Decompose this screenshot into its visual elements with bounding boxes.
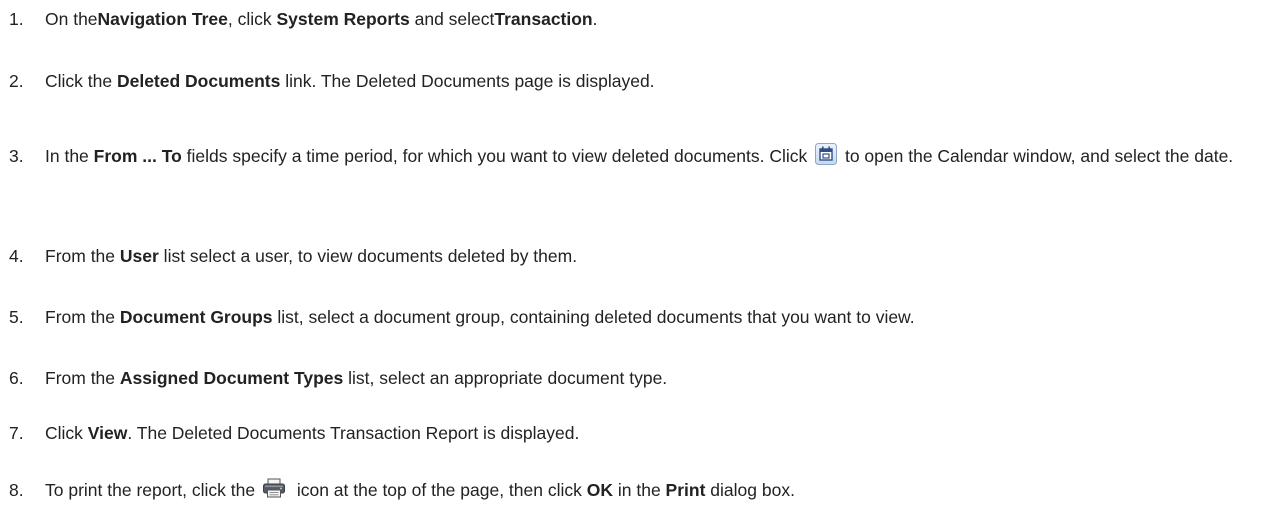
step-text-run: Click [45, 423, 88, 443]
step-text-run: . The Deleted Documents Transaction Repo… [127, 423, 580, 443]
step-text-run: to open the Calendar window, and select … [840, 146, 1234, 166]
ui-term-user: User [119, 246, 159, 266]
step-text-run: From the [45, 307, 120, 327]
ui-term-transaction: Transaction [494, 9, 593, 29]
step-text-run: , click [227, 9, 277, 29]
step-text: To print the report, click the icon at t… [45, 478, 1265, 503]
step-number: 2. [9, 71, 24, 91]
step-text-run: list select a user, to view documents de… [158, 246, 578, 266]
step-text: From the Assigned Document Types list, s… [45, 366, 1265, 391]
ui-term-from-to: From ... To [93, 146, 182, 166]
step-text-run: On the [45, 9, 98, 29]
step-number: 6. [9, 368, 24, 388]
step-text: Click View. The Deleted Documents Transa… [45, 421, 1265, 446]
ui-term-assigned-document-types: Assigned Document Types [119, 368, 344, 388]
step-2: 2. Click the Deleted Documents link. The… [0, 69, 1265, 94]
step-number: 4. [9, 246, 24, 266]
calendar-icon [815, 143, 838, 166]
step-text: From the Document Groups list, select a … [45, 305, 1265, 330]
step-text: In the From ... To fields specify a time… [45, 143, 1265, 169]
step-text: On theNavigation Tree, click System Repo… [45, 7, 1265, 32]
ui-term-print: Print [665, 480, 706, 500]
step-text-run: list, select an appropriate document typ… [343, 368, 668, 388]
step-5: 5. From the Document Groups list, select… [0, 305, 1265, 330]
ui-term-deleted-documents: Deleted Documents [116, 71, 281, 91]
step-text-run: . [592, 9, 598, 29]
step-number: 1. [9, 9, 24, 29]
step-number: 5. [9, 307, 24, 327]
ui-term-ok: OK [586, 480, 613, 500]
step-text-run: Click the [45, 71, 117, 91]
step-number: 8. [9, 480, 24, 500]
ui-term-system-reports: System Reports [276, 9, 410, 29]
step-text-run: list, select a document group, containin… [272, 307, 915, 327]
step-7: 7. Click View. The Deleted Documents Tra… [0, 421, 1265, 446]
step-3: 3. In the From ... To fields specify a t… [0, 143, 1265, 169]
step-text-run: fields specify a time period, for which … [181, 146, 813, 166]
ui-term-view: View [87, 423, 128, 443]
ui-term-navigation-tree: Navigation Tree [97, 9, 228, 29]
step-number: 7. [9, 423, 24, 443]
step-text-run: and select [409, 9, 495, 29]
step-4: 4. From the User list select a user, to … [0, 244, 1265, 269]
step-text-run: icon at the top of the page, then click [291, 480, 587, 500]
step-text-run: From the [45, 368, 120, 388]
step-text-run: dialog box. [705, 480, 795, 500]
step-text: From the User list select a user, to vie… [45, 244, 1265, 269]
step-6: 6. From the Assigned Document Types list… [0, 366, 1265, 391]
step-text-run: In the [45, 146, 94, 166]
step-text-run: From the [45, 246, 120, 266]
step-text-run: link. The Deleted Documents page is disp… [280, 71, 655, 91]
step-number: 3. [9, 146, 24, 166]
printer-icon [262, 478, 286, 498]
step-1: 1. On theNavigation Tree, click System R… [0, 7, 1265, 32]
step-text-run: in the [613, 480, 666, 500]
step-8: 8. To print the report, click the icon a… [0, 478, 1265, 503]
step-text-run: To print the report, click the [45, 480, 260, 500]
step-text: Click the Deleted Documents link. The De… [45, 69, 1265, 94]
ui-term-document-groups: Document Groups [119, 307, 273, 327]
